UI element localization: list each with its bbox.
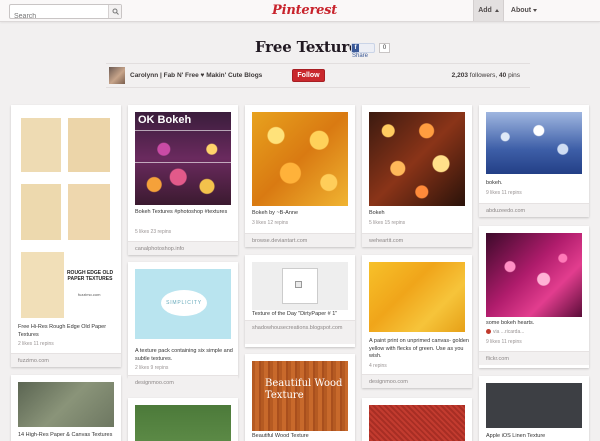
pin-image[interactable] xyxy=(486,233,582,317)
pin-description: Bokeh xyxy=(369,210,385,216)
pin-card[interactable]: 14 High-Res Paper & Canvas Textures xyxy=(11,375,121,441)
image-caption-source: fuzzimo.com xyxy=(78,292,101,297)
pin-card[interactable]: Bokeh 5 likes 15 repins weheartit.com xyxy=(362,105,472,247)
pin-image[interactable] xyxy=(135,405,231,441)
pin-source[interactable]: designmoo.com xyxy=(128,375,238,389)
pin-stats: 9 likes 11 repins xyxy=(486,339,522,345)
pin-source[interactable]: fuzzimo.com xyxy=(11,353,121,367)
pin-card[interactable]: OK Bokeh Bokeh Textures #photoshop #text… xyxy=(128,105,238,255)
pin-stats: 2 likes 11 repins xyxy=(18,341,54,347)
pin-stats: 5 likes 15 repins xyxy=(369,220,406,226)
pin-image[interactable]: SIMPLICITY xyxy=(135,269,231,339)
facebook-share-label: Share xyxy=(352,53,369,59)
image-placeholder-icon xyxy=(295,281,302,288)
search-button[interactable] xyxy=(108,5,121,18)
paper-texture xyxy=(21,252,64,318)
facebook-share-button[interactable]: fShare xyxy=(351,43,375,59)
search-input[interactable] xyxy=(10,10,106,23)
image-caption: Beautiful Wood Texture xyxy=(265,378,343,401)
pin-image[interactable] xyxy=(369,262,465,332)
pin-description: A texture pack containing six simple and… xyxy=(135,348,233,362)
pin-stats: 4 repins xyxy=(369,363,387,369)
caret-down-icon xyxy=(494,8,499,12)
pin-source[interactable]: weheartit.com xyxy=(362,233,472,247)
image-caption: OK Bokeh xyxy=(138,114,192,126)
broken-image-icon xyxy=(282,268,318,304)
pin-description: Beautiful Wood Texture xyxy=(252,433,309,439)
pin-description: A paint print on unprimed canvas- golden… xyxy=(369,338,469,359)
paper-texture xyxy=(21,118,61,172)
search-box xyxy=(9,4,122,23)
about-menu-label: About xyxy=(510,7,532,14)
pin-card[interactable]: Apple iOS Linen Texture xyxy=(479,376,589,441)
divider xyxy=(135,130,231,131)
pin-card[interactable]: Texture of the Day "DirtyPaper # 1" shad… xyxy=(245,255,355,347)
pin-description: some bokeh hearts. xyxy=(486,320,535,326)
pin-description: Texture of the Day "DirtyPaper # 1" xyxy=(252,311,338,317)
add-menu[interactable]: Add xyxy=(473,0,504,21)
pin-description: bokeh. xyxy=(486,180,503,186)
pin-image[interactable] xyxy=(252,112,348,206)
top-bar: Pinterest Add About xyxy=(0,0,600,23)
pins-label: pins xyxy=(506,72,520,79)
pin-stats: 2 likes 9 repins xyxy=(135,365,169,371)
pinterest-logo[interactable]: Pinterest xyxy=(272,3,337,18)
followers-count: 2,203 xyxy=(451,72,468,79)
board-title: Free Textures xyxy=(255,38,367,56)
chevron-down-icon xyxy=(533,8,538,12)
avatar xyxy=(486,329,491,335)
pin-image[interactable] xyxy=(486,383,582,428)
pin-card[interactable] xyxy=(128,398,238,441)
about-menu[interactable]: About xyxy=(506,0,542,21)
facebook-icon: f xyxy=(352,44,359,52)
pin-card[interactable]: A paint print on unprimed canvas- golden… xyxy=(362,255,472,388)
pin-image[interactable]: Beautiful Wood Texture xyxy=(252,361,348,431)
pin-source[interactable]: shadowhousecreations.blogspot.com xyxy=(245,320,355,344)
share-count: 0 xyxy=(379,43,390,53)
paper-texture xyxy=(68,118,110,172)
pin-source[interactable]: abduzeedo.com xyxy=(479,203,589,217)
pin-description: Bokeh Textures #photoshop #textures xyxy=(135,209,228,215)
pin-image[interactable] xyxy=(18,382,114,427)
paper-texture xyxy=(21,184,61,240)
divider xyxy=(135,162,231,163)
pin-source[interactable]: browse.deviantart.com xyxy=(245,233,355,247)
pin-description: 14 High-Res Paper & Canvas Textures xyxy=(18,432,113,438)
avatar[interactable] xyxy=(109,67,125,84)
owner-name[interactable]: Carolynn | Fab N' Free ♥ Makin' Cute Blo… xyxy=(130,72,262,79)
image-caption: ROUGH EDGE OLD PAPER TEXTURES xyxy=(66,270,114,282)
pin-source[interactable]: designmoo.com xyxy=(362,374,472,388)
pin-description: Bokeh by ~B-Anne xyxy=(252,210,299,216)
pin-image[interactable] xyxy=(252,262,348,310)
pin-source[interactable]: canalphotoshop.info xyxy=(128,241,238,255)
pin-image[interactable]: OK Bokeh xyxy=(135,112,231,205)
search-icon xyxy=(112,8,119,15)
pin-image[interactable] xyxy=(369,405,465,441)
pin-stats: 9 likes 11 repins xyxy=(486,190,522,196)
pin-stats: 3 likes 12 repins xyxy=(252,220,289,226)
pin-source[interactable]: flickr.com xyxy=(479,351,589,365)
board-stats: 2,203 followers, 40 pins xyxy=(452,72,520,79)
pin-stats: 5 likes 23 repins xyxy=(135,229,172,235)
pin-card[interactable] xyxy=(362,398,472,441)
pin-via[interactable]: via ...ricarda... xyxy=(486,329,524,335)
pin-card[interactable]: bokeh. 9 likes 11 repins abduzeedo.com xyxy=(479,105,589,217)
pin-image[interactable]: ROUGH EDGE OLD PAPER TEXTURES fuzzimo.co… xyxy=(18,112,114,321)
via-user: via ...ricarda... xyxy=(493,329,525,335)
add-menu-label: Add xyxy=(478,7,492,14)
paper-texture xyxy=(68,184,110,240)
pin-description: Free Hi-Res Rough Edge Old Paper Texture… xyxy=(18,324,107,338)
follow-button[interactable]: Follow xyxy=(292,69,325,82)
pin-image[interactable] xyxy=(369,112,465,206)
pin-description: Apple iOS Linen Texture xyxy=(486,433,546,439)
board-owner-bar: Carolynn | Fab N' Free ♥ Makin' Cute Blo… xyxy=(106,63,530,88)
pin-card[interactable]: Beautiful Wood Texture Beautiful Wood Te… xyxy=(245,354,355,441)
pin-card[interactable]: some bokeh hearts. via ...ricarda... 9 l… xyxy=(479,226,589,368)
pin-card[interactable]: SIMPLICITY A texture pack containing six… xyxy=(128,262,238,389)
followers-label: followers, xyxy=(467,72,500,79)
pin-image[interactable] xyxy=(486,112,582,174)
pin-card[interactable]: Bokeh by ~B-Anne 3 likes 12 repins brows… xyxy=(245,105,355,247)
pin-card[interactable]: ROUGH EDGE OLD PAPER TEXTURES fuzzimo.co… xyxy=(11,105,121,367)
image-caption: SIMPLICITY xyxy=(161,290,207,316)
